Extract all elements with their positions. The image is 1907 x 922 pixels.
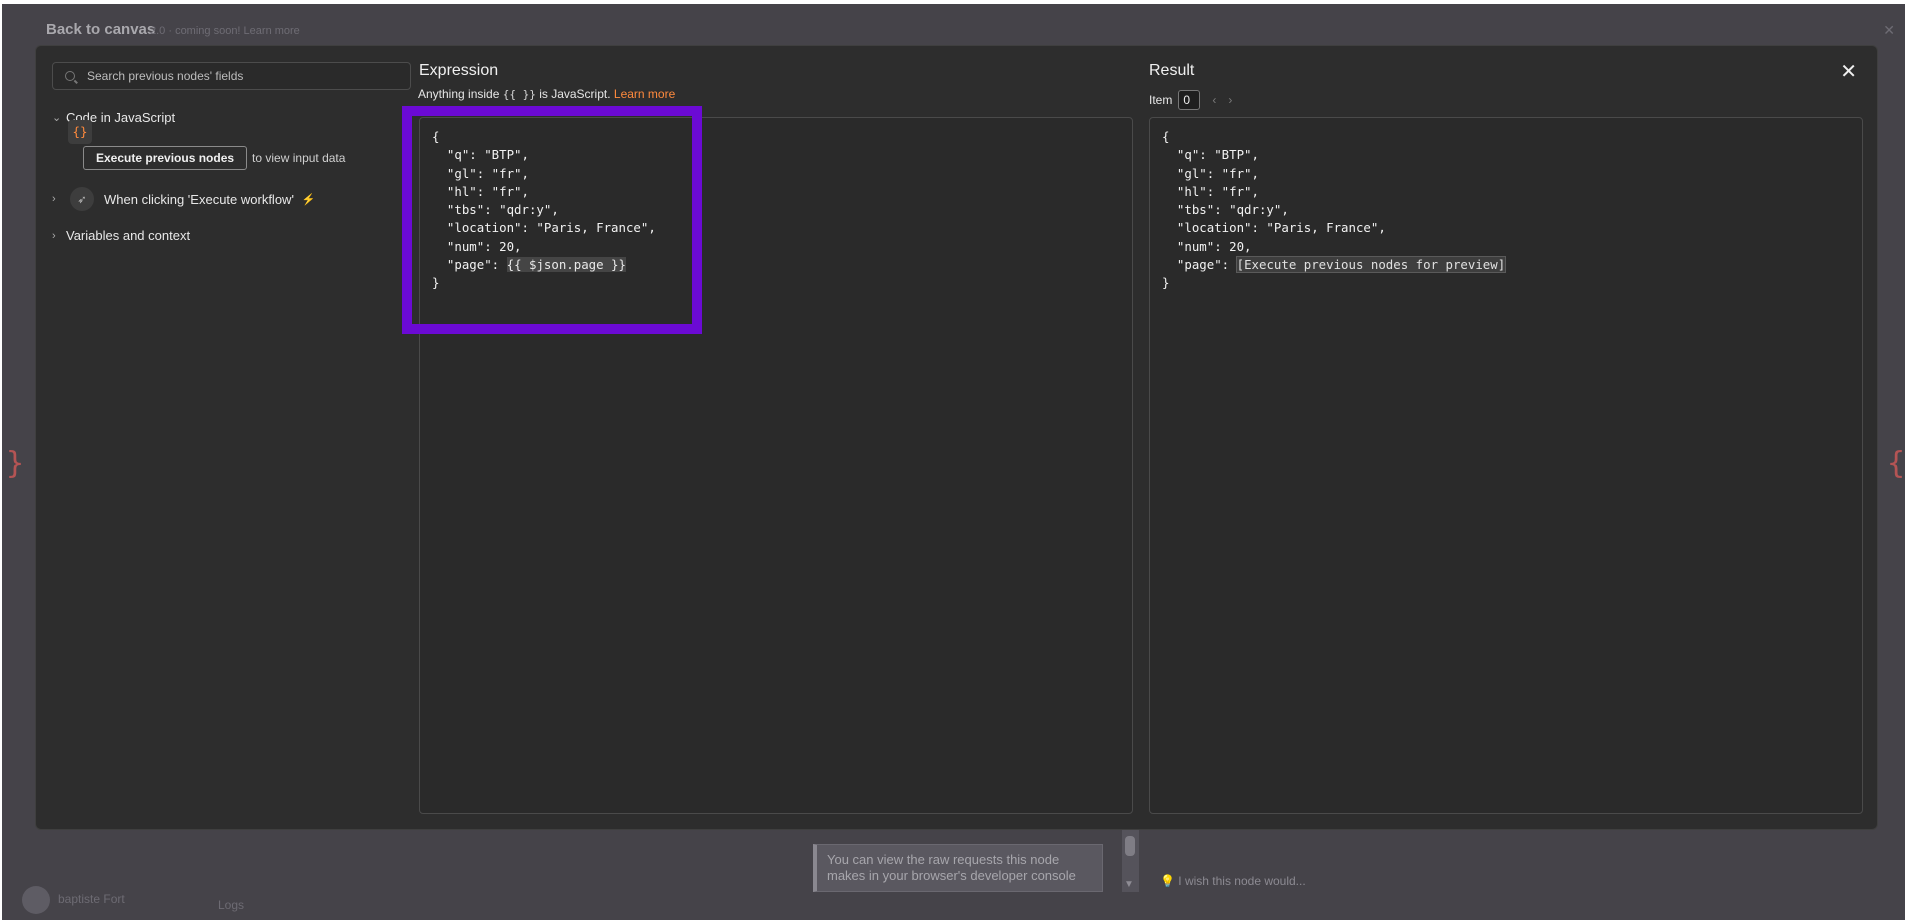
lightning-icon: ⚡	[301, 193, 316, 206]
code-line: "hl": "fr",	[432, 183, 529, 199]
avatar	[22, 886, 50, 914]
background-close-icon: ✕	[1883, 22, 1895, 38]
lightbulb-icon: 💡	[1160, 874, 1179, 888]
next-item-icon[interactable]: ›	[1228, 93, 1232, 107]
right-node-brace-icon: {	[1886, 446, 1905, 481]
scroll-down-icon: ▼	[1124, 879, 1134, 890]
code-line: {	[1162, 129, 1170, 144]
subtitle-prefix: Anything inside	[418, 87, 500, 101]
code-line: }	[1162, 275, 1170, 291]
input-panel: ⌄ {} Code in JavaScript Execute previous…	[36, 46, 411, 829]
subtitle-code: {{ }}	[502, 88, 536, 101]
code-line-page: "page": {{ $json.page }}	[432, 256, 656, 274]
chevron-right-icon[interactable]: ›	[52, 230, 66, 242]
code-line: "num": 20,	[1162, 238, 1252, 254]
close-icon[interactable]: ✕	[1840, 62, 1857, 82]
execute-previous-nodes-button[interactable]: Execute previous nodes	[83, 146, 248, 170]
code-braces-icon: {}	[68, 120, 92, 144]
search-icon	[65, 71, 75, 81]
background-scrollbar: ▼	[1122, 828, 1139, 892]
learn-more-link[interactable]: Learn more	[614, 87, 675, 101]
left-node-brace-icon: }	[6, 446, 25, 481]
chevron-right-icon[interactable]: ›	[52, 193, 66, 205]
code-line: }	[432, 275, 440, 291]
page-preview-value: [Execute previous nodes for preview]	[1235, 256, 1507, 274]
code-line: "tbs": "qdr:y",	[1162, 202, 1289, 218]
page-key: "page":	[432, 257, 507, 273]
tree-node-variables[interactable]: › Variables and context	[52, 228, 190, 243]
chevron-down-icon[interactable]: ⌄	[52, 111, 66, 124]
code-line: "q": "BTP",	[1162, 147, 1259, 163]
tree-node-label: Variables and context	[66, 228, 191, 243]
result-code: { "q": "BTP", "gl": "fr", "hl": "fr", "t…	[1162, 128, 1507, 293]
code-line: "gl": "fr",	[1162, 165, 1259, 181]
search-field[interactable]	[52, 62, 411, 90]
result-preview: { "q": "BTP", "gl": "fr", "hl": "fr", "t…	[1149, 117, 1863, 814]
expression-editor[interactable]: { "q": "BTP", "gl": "fr", "hl": "fr", "t…	[419, 117, 1133, 814]
expression-subtitle: Anything inside {{ }} is JavaScript. Lea…	[418, 87, 675, 101]
back-to-canvas-link[interactable]: Back to canvas	[46, 21, 155, 38]
page-key: "page":	[1162, 257, 1237, 273]
search-input[interactable]	[87, 69, 387, 83]
code-line: "q": "BTP",	[432, 147, 529, 163]
item-selector: Item ‹ ›	[1149, 90, 1232, 110]
cursor-icon: ➶	[70, 187, 94, 211]
feedback-text: I wish this node would...	[1178, 874, 1306, 888]
item-label: Item	[1149, 93, 1173, 107]
code-line: "location": "Paris, France",	[1162, 220, 1386, 236]
expression-title: Expression	[419, 62, 499, 79]
tree-node-code[interactable]: ⌄ {} Code in JavaScript	[52, 110, 175, 144]
expression-code[interactable]: { "q": "BTP", "gl": "fr", "hl": "fr", "t…	[432, 128, 656, 293]
code-line: "tbs": "qdr:y",	[432, 202, 559, 218]
execute-hint: to view input data	[252, 151, 346, 165]
result-title: Result	[1149, 62, 1195, 79]
execute-row: Execute previous nodes to view input dat…	[83, 146, 345, 170]
code-line: "gl": "fr",	[432, 165, 529, 181]
code-line: "hl": "fr",	[1162, 183, 1259, 199]
user-name: baptiste Fort	[58, 892, 125, 906]
page-expression: {{ $json.page }}	[506, 257, 626, 273]
scrollbar-thumb	[1125, 836, 1135, 856]
code-line: {	[432, 129, 440, 144]
tree-node-trigger[interactable]: › ➶ When clicking 'Execute workflow' ⚡	[52, 187, 316, 211]
previous-item-icon[interactable]: ‹	[1212, 93, 1216, 107]
code-line: "location": "Paris, France",	[432, 220, 656, 236]
code-line: "num": 20,	[432, 238, 522, 254]
developer-console-tip: You can view the raw requests this node …	[813, 844, 1103, 892]
item-index-input[interactable]	[1178, 90, 1201, 110]
expression-editor-modal: ⌄ {} Code in JavaScript Execute previous…	[35, 45, 1878, 830]
logs-tab: Logs	[218, 898, 245, 912]
tree-node-label: When clicking 'Execute workflow'	[104, 191, 294, 207]
code-line-page: "page": [Execute previous nodes for prev…	[1162, 256, 1507, 274]
subtitle-suffix: is JavaScript.	[539, 87, 611, 101]
feedback-link: 💡 I wish this node would...	[1160, 874, 1306, 888]
version-notice: 2.0 · coming soon! Learn more	[150, 25, 300, 37]
